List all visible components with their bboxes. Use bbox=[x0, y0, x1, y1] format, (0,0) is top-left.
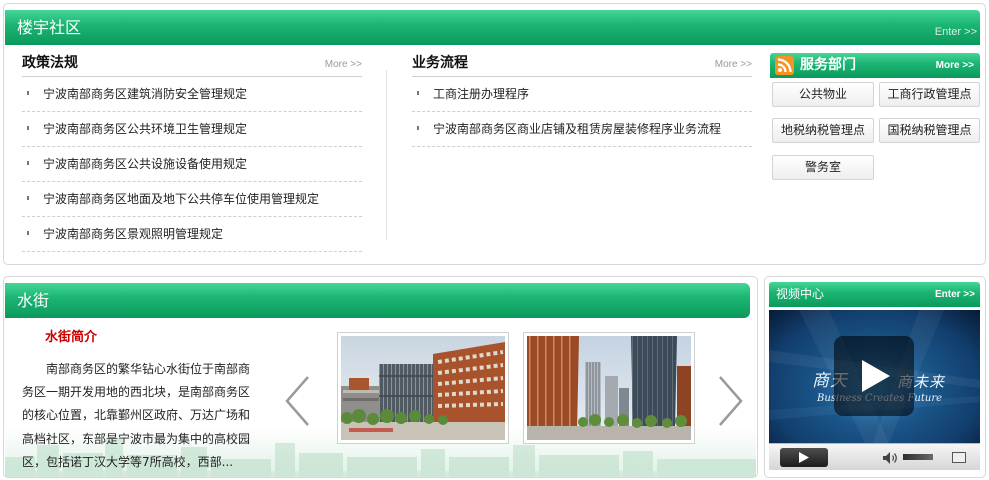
business-list-item[interactable]: 宁波南部商务区商业店铺及租赁房屋装修程序业务流程 bbox=[412, 112, 752, 147]
bullet-icon bbox=[27, 161, 29, 165]
video-center-panel: 视频中心 Enter >> 商天 商未来 Business Creates Fu… bbox=[764, 276, 986, 478]
volume-icon[interactable] bbox=[883, 452, 898, 464]
policy-header: 政策法规 More >> bbox=[22, 52, 362, 77]
intro-line: 高档社区，东部是宁波市最为集中的高校园 bbox=[22, 431, 251, 446]
service-button-police[interactable]: 警务室 bbox=[772, 155, 874, 180]
policy-list-item[interactable]: 宁波南部商务区公共设施设备使用规定 bbox=[22, 147, 362, 182]
volume-slider[interactable] bbox=[903, 454, 933, 460]
business-column: 业务流程 More >> 工商注册办理程序 宁波南部商务区商业店铺及租赁房屋装修… bbox=[412, 52, 752, 147]
policy-list-item[interactable]: 宁波南部商务区公共环境卫生管理规定 bbox=[22, 112, 362, 147]
policy-list-item[interactable]: 宁波南部商务区地面及地下公共停车位使用管理规定 bbox=[22, 182, 362, 217]
bullet-icon bbox=[417, 126, 419, 130]
intro-line: 务区一期开发用地的西北块，是南部商务区 bbox=[22, 385, 251, 400]
column-divider bbox=[386, 70, 387, 240]
policy-list: 宁波南部商务区建筑消防安全管理规定 宁波南部商务区公共环境卫生管理规定 宁波南部… bbox=[22, 77, 362, 252]
service-button-property[interactable]: 公共物业 bbox=[772, 82, 874, 107]
policy-item-link[interactable]: 宁波南部商务区地面及地下公共停车位使用管理规定 bbox=[43, 182, 319, 216]
building-photo-image bbox=[527, 336, 691, 440]
policy-list-item[interactable]: 宁波南部商务区建筑消防安全管理规定 bbox=[22, 77, 362, 112]
service-title: 服务部门 bbox=[800, 57, 856, 73]
building-photo-image bbox=[341, 336, 505, 440]
policy-item-link[interactable]: 宁波南部商务区公共环境卫生管理规定 bbox=[43, 112, 247, 146]
video-screen[interactable]: 商天 商未来 Business Creates Future bbox=[769, 310, 980, 443]
play-button[interactable] bbox=[780, 448, 828, 467]
service-button-national-tax[interactable]: 国税纳税管理点 bbox=[879, 118, 980, 143]
service-button-commerce[interactable]: 工商行政管理点 bbox=[879, 82, 980, 107]
water-street-panel: 水街 水街简介 南部商务区的繁华钻心水街位于南部商 务区一期开发用地的西北块，是… bbox=[3, 276, 758, 478]
water-street-header: 水街 bbox=[5, 283, 750, 318]
water-street-intro-title[interactable]: 水街简介 bbox=[45, 330, 97, 346]
policy-item-link[interactable]: 宁波南部商务区公共设施设备使用规定 bbox=[43, 147, 247, 181]
building-community-panel: 楼宇社区 Enter >> 政策法规 More >> 宁波南部商务区建筑消防安全… bbox=[3, 3, 986, 265]
fullscreen-icon[interactable] bbox=[952, 452, 966, 463]
play-overlay-button[interactable] bbox=[834, 336, 914, 416]
business-list-item[interactable]: 工商注册办理程序 bbox=[412, 77, 752, 112]
chevron-right-icon[interactable] bbox=[717, 375, 745, 427]
chevron-left-icon[interactable] bbox=[283, 375, 311, 427]
intro-line: 区，包括诺丁汉大学等7所高校，西部... bbox=[22, 454, 234, 469]
business-list: 工商注册办理程序 宁波南部商务区商业店铺及租赁房屋装修程序业务流程 bbox=[412, 77, 752, 147]
policy-column: 政策法规 More >> 宁波南部商务区建筑消防安全管理规定 宁波南部商务区公共… bbox=[22, 52, 362, 252]
bullet-icon bbox=[27, 91, 29, 95]
policy-list-item[interactable]: 宁波南部商务区景观照明管理规定 bbox=[22, 217, 362, 252]
bullet-icon bbox=[27, 126, 29, 130]
business-title: 业务流程 bbox=[412, 55, 468, 71]
policy-item-link[interactable]: 宁波南部商务区建筑消防安全管理规定 bbox=[43, 77, 247, 111]
service-header: 服务部门 More >> bbox=[770, 53, 980, 78]
community-header: 楼宇社区 Enter >> bbox=[5, 10, 980, 45]
business-header: 业务流程 More >> bbox=[412, 52, 752, 77]
business-more-link[interactable]: More >> bbox=[715, 59, 752, 71]
video-controls bbox=[769, 443, 980, 470]
intro-line: 的核心位置，北靠鄞州区政府、万达广场和 bbox=[22, 408, 251, 423]
water-street-title: 水街 bbox=[17, 291, 50, 310]
play-icon bbox=[799, 452, 809, 463]
policy-title: 政策法规 bbox=[22, 55, 78, 71]
service-departments: 服务部门 More >> 公共物业 工商行政管理点 地税纳税管理点 国税纳税管理… bbox=[770, 53, 980, 188]
community-title: 楼宇社区 bbox=[17, 18, 82, 37]
water-street-photo-2[interactable] bbox=[523, 332, 695, 444]
bullet-icon bbox=[417, 91, 419, 95]
volume-level bbox=[903, 454, 933, 460]
bullet-icon bbox=[27, 231, 29, 235]
service-button-local-tax[interactable]: 地税纳税管理点 bbox=[772, 118, 874, 143]
community-enter-link[interactable]: Enter >> bbox=[935, 26, 977, 39]
intro-line: 南部商务区的繁华钻心水街位于南部商 bbox=[46, 362, 251, 376]
business-item-link[interactable]: 宁波南部商务区商业店铺及租赁房屋装修程序业务流程 bbox=[433, 112, 721, 146]
water-street-photo-1[interactable] bbox=[337, 332, 509, 444]
video-enter-link[interactable]: Enter >> bbox=[935, 282, 975, 307]
policy-more-link[interactable]: More >> bbox=[325, 59, 362, 71]
service-more-link[interactable]: More >> bbox=[936, 53, 974, 78]
rss-icon[interactable] bbox=[775, 56, 794, 75]
water-street-intro-text: 南部商务区的繁华钻心水街位于南部商 务区一期开发用地的西北块，是南部商务区 的核… bbox=[22, 358, 258, 474]
bullet-icon bbox=[27, 196, 29, 200]
business-item-link[interactable]: 工商注册办理程序 bbox=[433, 77, 529, 111]
policy-item-link[interactable]: 宁波南部商务区景观照明管理规定 bbox=[43, 217, 223, 251]
video-title: 视频中心 bbox=[776, 287, 825, 301]
play-icon bbox=[862, 360, 890, 392]
video-header: 视频中心 Enter >> bbox=[769, 282, 980, 307]
